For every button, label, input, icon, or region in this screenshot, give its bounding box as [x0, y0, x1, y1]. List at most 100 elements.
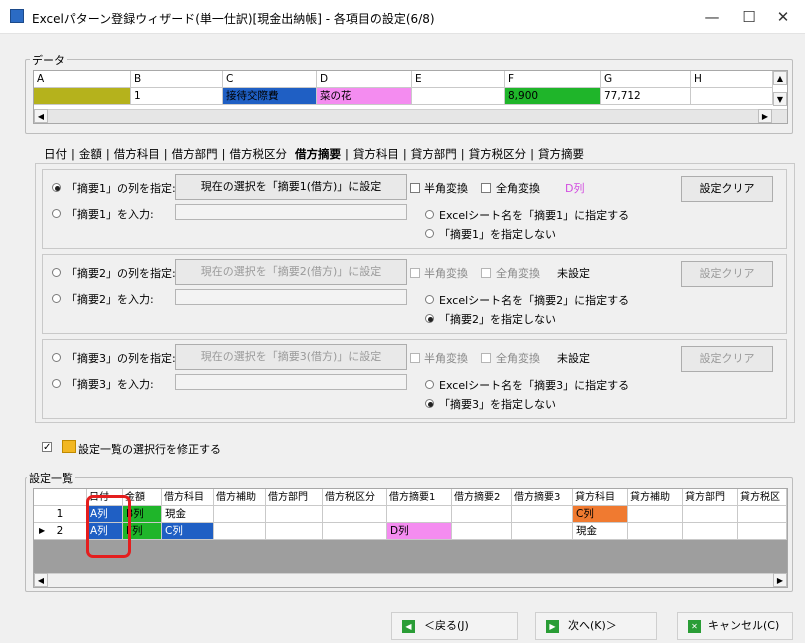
memo2-half-checkbox[interactable]: [410, 268, 420, 278]
col-header-b[interactable]: B: [131, 71, 223, 88]
memo2-sheet-radio[interactable]: [425, 295, 434, 304]
cell-credit-account[interactable]: C列: [573, 506, 628, 523]
memo3-sheet-radio[interactable]: [425, 380, 434, 389]
hdr-debit-dept[interactable]: 借方部門: [266, 489, 323, 506]
close-button[interactable]: ✕: [768, 6, 798, 28]
col-header-g[interactable]: G: [601, 71, 691, 88]
cell-f[interactable]: 8,900: [505, 88, 601, 105]
hdr-debit-memo2[interactable]: 借方摘要2: [452, 489, 512, 506]
cell-credit-tax[interactable]: [738, 506, 787, 523]
memo1-input[interactable]: [175, 204, 407, 220]
cell-debit-memo3[interactable]: [512, 506, 573, 523]
cell-c[interactable]: 接待交際費: [223, 88, 317, 105]
memo2-col-radio[interactable]: [52, 268, 61, 277]
tab-debit-dept[interactable]: 借方部門: [168, 146, 222, 162]
memo2-input[interactable]: [175, 289, 407, 305]
tab-debit-account[interactable]: 借方科目: [110, 146, 164, 162]
memo2-none-radio[interactable]: [425, 314, 434, 323]
hdr-debit-sub[interactable]: 借方補助: [214, 489, 266, 506]
cell-debit-memo1[interactable]: D列: [387, 523, 452, 540]
cell-debit-sub[interactable]: [214, 523, 266, 540]
modify-checkbox[interactable]: ✓: [42, 442, 52, 453]
hdr-debit-memo3[interactable]: 借方摘要3: [512, 489, 573, 506]
tab-credit-memo[interactable]: 貸方摘要: [534, 146, 588, 162]
next-button[interactable]: ▶ 次へ(K)＞: [535, 612, 657, 640]
scroll-up-icon[interactable]: ▲: [773, 71, 787, 85]
scroll-down-icon[interactable]: ▼: [773, 92, 787, 106]
memo1-half-checkbox[interactable]: [410, 183, 420, 193]
cell-debit-memo2[interactable]: [452, 506, 512, 523]
settings-scroll-right-icon[interactable]: ▶: [773, 573, 787, 587]
hdr-debit-memo1[interactable]: 借方摘要1: [387, 489, 452, 506]
cell-credit-tax[interactable]: [738, 523, 787, 540]
memo3-none-radio[interactable]: [425, 399, 434, 408]
cell-a[interactable]: [34, 88, 131, 105]
tab-credit-tax[interactable]: 貸方税区分: [465, 146, 531, 162]
hdr-credit-tax[interactable]: 貸方税区: [738, 489, 787, 506]
memo1-input-radio[interactable]: [52, 209, 61, 218]
cell-h[interactable]: [691, 88, 773, 105]
cell-e[interactable]: [412, 88, 505, 105]
memo3-half-checkbox[interactable]: [410, 353, 420, 363]
minimize-button[interactable]: —: [697, 6, 727, 28]
memo2-input-radio[interactable]: [52, 294, 61, 303]
cell-debit-memo2[interactable]: [452, 523, 512, 540]
tab-date[interactable]: 日付: [40, 146, 71, 162]
memo2-clear-button[interactable]: 設定クリア: [681, 261, 773, 287]
hdr-debit-tax[interactable]: 借方税区分: [323, 489, 387, 506]
memo1-sheet-radio[interactable]: [425, 210, 434, 219]
data-hscrollbar[interactable]: [34, 109, 787, 123]
back-button[interactable]: ◀ ＜戻る(J): [391, 612, 518, 640]
cell-credit-account[interactable]: 現金: [573, 523, 628, 540]
col-header-d[interactable]: D: [317, 71, 412, 88]
memo3-col-radio[interactable]: [52, 353, 61, 362]
cell-credit-dept[interactable]: [683, 523, 738, 540]
cell-debit-tax[interactable]: [323, 523, 387, 540]
memo3-input[interactable]: [175, 374, 407, 390]
cell-debit-dept[interactable]: [266, 523, 323, 540]
cell-credit-sub[interactable]: [628, 523, 683, 540]
col-header-a[interactable]: A: [34, 71, 131, 88]
memo3-input-radio[interactable]: [52, 379, 61, 388]
memo1-col-radio[interactable]: [52, 183, 61, 192]
memo3-full-checkbox[interactable]: [481, 353, 491, 363]
cell-d[interactable]: 菜の花: [317, 88, 412, 105]
settings-scroll-left-icon[interactable]: ◀: [34, 573, 48, 587]
cell-debit-memo3[interactable]: [512, 523, 573, 540]
scroll-left-icon[interactable]: ◀: [34, 109, 48, 123]
memo2-set-button[interactable]: 現在の選択を「摘要2(借方)」に設定: [175, 259, 407, 285]
cell-debit-tax[interactable]: [323, 506, 387, 523]
col-header-e[interactable]: E: [412, 71, 505, 88]
memo1-full-checkbox[interactable]: [481, 183, 491, 193]
memo1-set-button[interactable]: 現在の選択を「摘要1(借方)」に設定: [175, 174, 407, 200]
hdr-debit-account[interactable]: 借方科目: [162, 489, 214, 506]
cell-debit-sub[interactable]: [214, 506, 266, 523]
table-row[interactable]: 1 A列 B列 現金 C列: [34, 506, 787, 523]
maximize-button[interactable]: ☐: [734, 6, 764, 28]
cell-debit-account[interactable]: 現金: [162, 506, 214, 523]
tab-credit-account[interactable]: 貸方科目: [349, 146, 403, 162]
settings-grid[interactable]: 日付 金額 借方科目 借方補助 借方部門 借方税区分 借方摘要1 借方摘要2 借…: [33, 488, 788, 588]
col-header-c[interactable]: C: [223, 71, 317, 88]
tab-credit-dept[interactable]: 貸方部門: [407, 146, 461, 162]
settings-hscrollbar[interactable]: [34, 573, 787, 587]
hdr-credit-dept[interactable]: 貸方部門: [683, 489, 738, 506]
tab-debit-memo[interactable]: 借方摘要: [291, 146, 345, 162]
data-grid[interactable]: A B C D E F G H 1 接待交際費 菜の花 8,900 77,712…: [33, 70, 788, 124]
memo2-full-checkbox[interactable]: [481, 268, 491, 278]
hdr-credit-account[interactable]: 貸方科目: [573, 489, 628, 506]
cell-g[interactable]: 77,712: [601, 88, 691, 105]
tab-amount[interactable]: 金額: [75, 146, 106, 162]
cancel-button[interactable]: ✕ キャンセル(C): [677, 612, 793, 640]
table-row[interactable]: ▶ 2 A列 F列 C列 D列 現金: [34, 523, 787, 540]
cell-debit-dept[interactable]: [266, 506, 323, 523]
memo1-none-radio[interactable]: [425, 229, 434, 238]
cell-credit-sub[interactable]: [628, 506, 683, 523]
cell-b[interactable]: 1: [131, 88, 223, 105]
memo3-set-button[interactable]: 現在の選択を「摘要3(借方)」に設定: [175, 344, 407, 370]
memo3-clear-button[interactable]: 設定クリア: [681, 346, 773, 372]
cell-debit-account[interactable]: C列: [162, 523, 214, 540]
cell-credit-dept[interactable]: [683, 506, 738, 523]
memo1-clear-button[interactable]: 設定クリア: [681, 176, 773, 202]
col-header-f[interactable]: F: [505, 71, 601, 88]
